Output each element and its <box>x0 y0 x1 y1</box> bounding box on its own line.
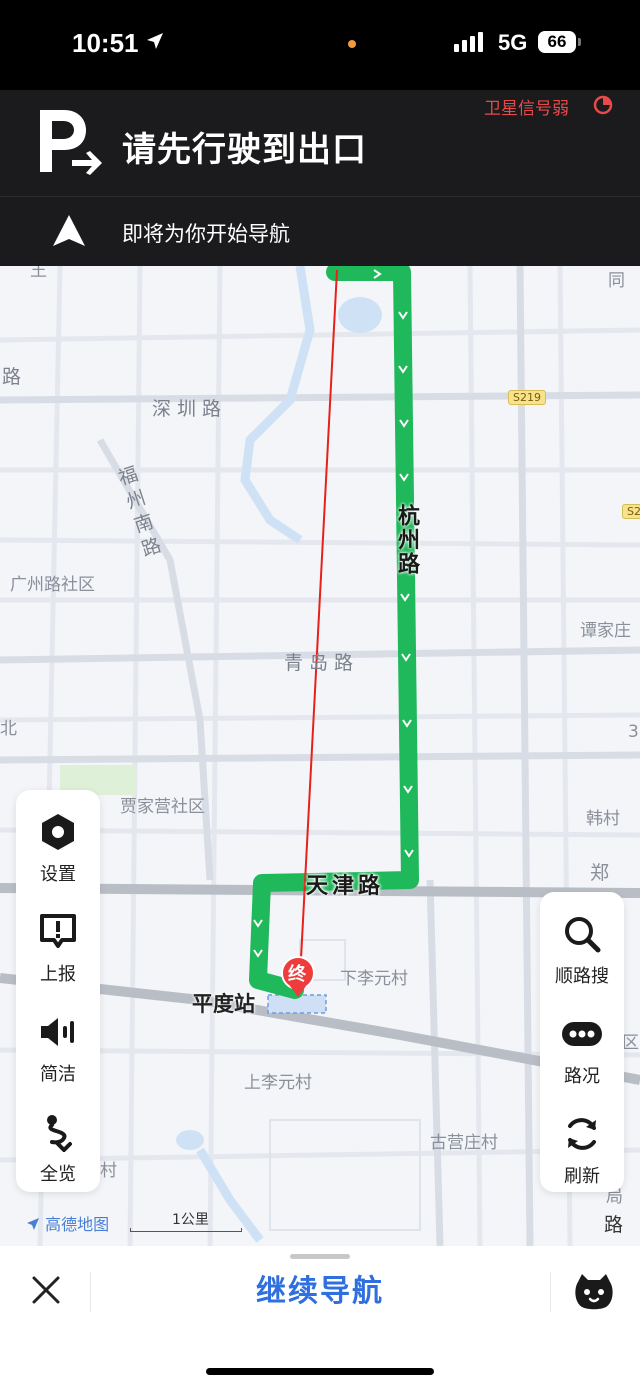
overview-label: 全览 <box>40 1164 76 1185</box>
place-guangzhou-community: 广州路社区 <box>10 575 95 595</box>
weak-signal-icon <box>592 94 614 120</box>
nav-instruction: 请先行驶到出口 <box>122 130 367 170</box>
header-divider <box>0 196 640 197</box>
separator-left <box>90 1272 91 1312</box>
location-arrow-icon <box>146 32 164 54</box>
place-right-edge-2: 区 <box>622 1033 639 1053</box>
place-shangliyuan: 上李元村 <box>244 1073 312 1093</box>
road-label-shenzhen: 深圳路 <box>152 398 228 420</box>
search-along-route-label: 顺路搜 <box>555 966 609 987</box>
nav-sub-instruction: 即将为你开始导航 <box>122 222 290 246</box>
battery-indicator: 66 <box>538 31 576 53</box>
status-bar: 10:51 5G 66 <box>0 0 640 90</box>
amap-logo-text: 高德地图 <box>45 1215 110 1234</box>
settings-button[interactable]: 设置 <box>16 800 100 900</box>
scale-label: 1公里 <box>172 1212 209 1228</box>
highway-badge-s219: S219 <box>508 390 546 405</box>
highway-badge-s2: S2 <box>622 504 640 519</box>
road-label-left-edge: 路 <box>2 366 22 388</box>
traffic-label: 路况 <box>564 1066 600 1087</box>
separator-right <box>550 1272 551 1312</box>
place-zheng: 郑 <box>590 862 610 884</box>
road-label-qingdao: 青岛路 <box>284 652 360 674</box>
continue-navigation-button[interactable]: 继续导航 <box>200 1270 440 1314</box>
sheet-drag-handle[interactable] <box>290 1254 350 1259</box>
battery-tip <box>578 38 581 46</box>
destination-marker-text: 终 <box>288 964 306 985</box>
amap-logo-icon <box>27 1218 39 1230</box>
bottom-sheet: 继续导航 <box>0 1246 640 1387</box>
place-hancun: 韩村 <box>586 809 620 829</box>
report-label: 上报 <box>40 964 76 985</box>
overview-button[interactable]: 全览 <box>16 1100 100 1200</box>
route-overview-icon <box>38 1112 78 1153</box>
search-icon <box>562 914 602 954</box>
parking-exit-icon <box>34 106 106 182</box>
navigation-header: 请先行驶到出口 卫星信号弱 即将为你开始导航 <box>0 90 640 266</box>
traffic-dots-icon <box>562 1014 602 1054</box>
close-button[interactable] <box>26 1270 66 1310</box>
station-label: 平度站 <box>192 992 255 1016</box>
place-top-left: 王 <box>30 266 47 281</box>
volume-concise-icon <box>38 1012 78 1052</box>
concise-button[interactable]: 简洁 <box>16 1000 100 1100</box>
place-top-right: 同 <box>608 271 625 291</box>
place-guyingzhuang: 古营庄村 <box>430 1133 498 1153</box>
search-along-route-button[interactable]: 顺路搜 <box>540 902 624 1002</box>
privacy-indicator-dot <box>348 40 356 48</box>
signal-bars-icon <box>454 32 483 52</box>
status-time: 10:51 <box>72 28 139 58</box>
report-button[interactable]: 上报 <box>16 900 100 1000</box>
refresh-button[interactable]: 刷新 <box>540 1102 624 1202</box>
right-tool-panel: 顺路搜 路况 刷新 <box>540 892 624 1192</box>
scale-bar <box>130 1228 242 1232</box>
voice-assistant-button[interactable] <box>572 1272 616 1312</box>
refresh-label: 刷新 <box>564 1166 600 1187</box>
traffic-button[interactable]: 路况 <box>540 1002 624 1102</box>
amap-logo: 高德地图 <box>26 1211 109 1235</box>
refresh-icon <box>562 1114 602 1154</box>
place-xialiyuan: 下李元村 <box>340 969 408 989</box>
route-label-tianjin: 天津路 <box>306 874 385 899</box>
settings-label: 设置 <box>40 864 76 885</box>
place-left-bei: 北 <box>0 719 17 739</box>
navigation-arrow-icon <box>50 212 88 254</box>
left-tool-panel: 设置 上报 简洁 全览 <box>16 790 100 1192</box>
concise-label: 简洁 <box>40 1064 76 1085</box>
route-label-hangzhou: 杭州路 <box>394 504 419 576</box>
close-icon <box>32 1276 60 1304</box>
settings-hexagon-icon <box>38 812 78 852</box>
gps-weak-warning: 卫星信号弱 <box>484 99 569 119</box>
place-tanjiazhuang: 谭家庄 <box>580 621 631 641</box>
assistant-cat-icon <box>575 1274 613 1310</box>
place-ping-label: 3 <box>628 722 639 742</box>
home-indicator[interactable] <box>206 1368 434 1375</box>
place-bottom-cun: 村 <box>100 1161 117 1181</box>
network-type: 5G <box>498 30 528 55</box>
place-jiajiaying-community: 贾家营社区 <box>120 797 205 817</box>
road-label-right-edge: 路 <box>604 1214 624 1236</box>
report-alert-icon <box>38 912 78 952</box>
